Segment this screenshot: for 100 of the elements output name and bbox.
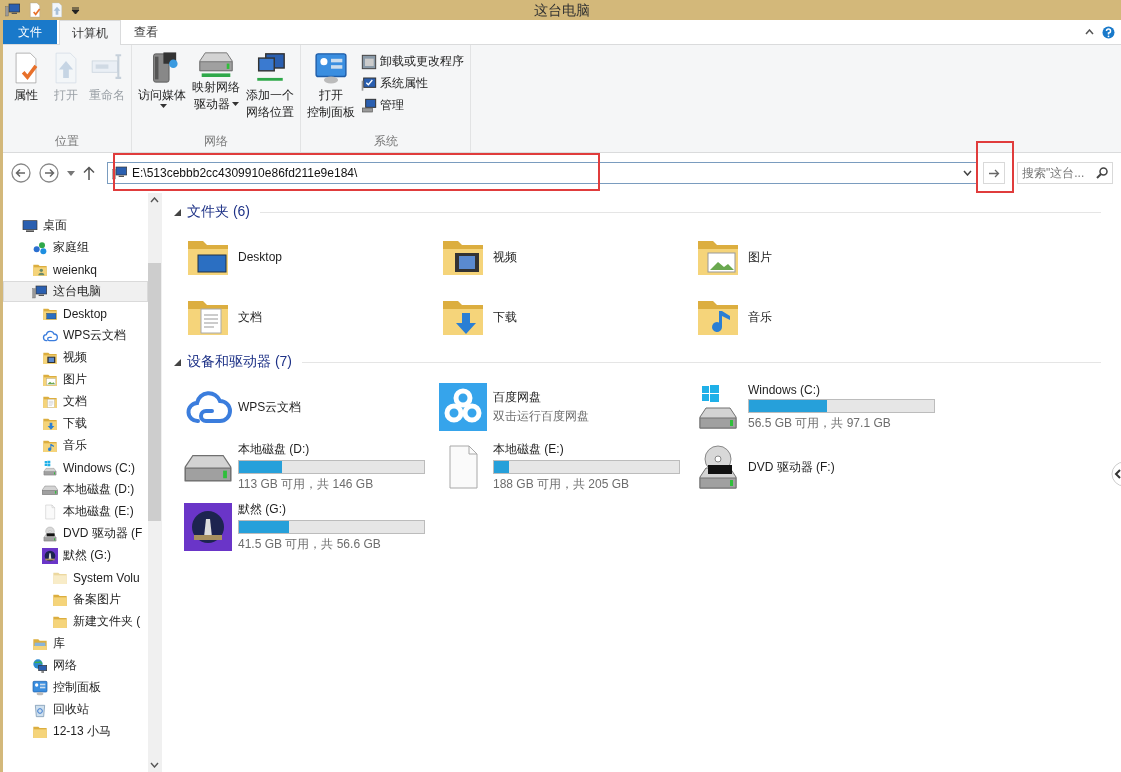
window-title: 这台电脑	[534, 2, 590, 18]
ribbon-button[interactable]: 卸载或更改程序	[359, 51, 466, 72]
ribbon-button[interactable]: 管理	[359, 95, 466, 116]
content-item[interactable]: 图片	[694, 227, 949, 287]
dvd-drive-icon	[42, 525, 58, 542]
nav-item[interactable]: 这台电脑	[3, 281, 148, 302]
content-item[interactable]: 视频	[439, 227, 694, 287]
content-item[interactable]: 文档	[184, 287, 439, 347]
nav-item[interactable]: 控制面板	[3, 677, 148, 698]
system-monitor-icon	[361, 75, 377, 92]
collapse-caret-icon[interactable]	[174, 208, 181, 216]
content-item[interactable]: Desktop	[184, 227, 439, 287]
nav-item[interactable]: 本地磁盘 (D:)	[3, 479, 148, 500]
nav-item[interactable]: DVD 驱动器 (F	[3, 523, 148, 544]
monitor-icon	[22, 217, 38, 234]
item-name: 百度网盘	[493, 389, 542, 406]
group-label: 系统	[372, 133, 399, 150]
nav-item[interactable]: 新建文件夹 (	[3, 611, 148, 632]
item-name: 图片	[748, 248, 772, 266]
content-item[interactable]: 下载	[439, 287, 694, 347]
capacity-text: 113 GB 可用，共 146 GB	[238, 476, 375, 493]
file-menu-button[interactable]: 文件	[3, 20, 57, 44]
hard-drive-icon	[42, 484, 58, 495]
up-arrow-icon[interactable]	[83, 166, 95, 180]
collapse-ribbon-icon[interactable]	[1085, 29, 1094, 35]
search-field[interactable]: 搜索"这台...	[1017, 162, 1113, 184]
scroll-down-icon[interactable]	[150, 762, 159, 768]
right-arrow-icon	[988, 168, 1000, 178]
scroll-up-icon[interactable]	[150, 197, 159, 203]
ribbon-button[interactable]: 添加一个 网络位置	[244, 49, 296, 123]
item-name: 视频	[493, 248, 517, 266]
content-item[interactable]: 默然 (G:) 41.5 GB 可用，共 56.6 GB	[184, 497, 439, 557]
program-icon	[361, 53, 377, 70]
ribbon-button[interactable]: 映射网络 驱动器	[190, 49, 242, 115]
ribbon-tab[interactable]: 查看	[121, 20, 171, 44]
nav-item[interactable]: 下载	[3, 413, 148, 434]
recent-locations-icon[interactable]	[67, 170, 75, 176]
content-item[interactable]: WPS云文档	[184, 377, 439, 437]
forward-icon[interactable]	[39, 163, 59, 183]
nav-item[interactable]: 回收站	[3, 699, 148, 720]
cloud-app-icon	[439, 383, 487, 431]
address-field[interactable]: E:\513cebbb2cc4309910e86fd211e9e184\	[107, 162, 977, 184]
nav-item[interactable]: Windows (C:)	[3, 457, 148, 478]
item-name: 本地磁盘 (E:)	[493, 441, 565, 458]
content-item[interactable]: 本地磁盘 (D:) 113 GB 可用，共 146 GB	[184, 437, 439, 497]
content-item[interactable]: 本地磁盘 (E:) 188 GB 可用，共 205 GB	[439, 437, 694, 497]
scrollbar[interactable]	[148, 193, 161, 772]
back-icon[interactable]	[11, 163, 31, 183]
help-icon[interactable]	[1102, 25, 1115, 39]
capacity-text: 41.5 GB 可用，共 56.6 GB	[238, 536, 382, 553]
nav-item[interactable]: weienkq	[3, 259, 148, 280]
open-icon	[49, 2, 65, 18]
nav-item[interactable]: 图片	[3, 369, 148, 390]
control-panel-icon	[32, 679, 48, 696]
ribbon-tab[interactable]: 计算机	[59, 20, 121, 45]
computer-icon	[5, 2, 21, 18]
item-name: 文档	[238, 308, 262, 326]
nav-item[interactable]: 本地磁盘 (E:)	[3, 501, 148, 522]
customize-dropdown-icon[interactable]	[71, 5, 80, 15]
windows-drive-icon	[42, 459, 58, 476]
nav-item[interactable]: 视频	[3, 347, 148, 368]
hard-drive-icon	[184, 452, 232, 482]
nav-item[interactable]: 文档	[3, 391, 148, 412]
nav-item[interactable]: 家庭组	[3, 237, 148, 258]
nav-item[interactable]: 网络	[3, 655, 148, 676]
homegroup-icon	[32, 239, 48, 256]
collapse-caret-icon[interactable]	[174, 358, 181, 366]
nav-item[interactable]: 12-13 小马	[3, 721, 148, 742]
control-panel-icon	[314, 51, 348, 85]
nav-item[interactable]: 默然 (G:)	[3, 545, 148, 566]
content-item[interactable]: Windows (C:) 56.5 GB 可用，共 97.1 GB	[694, 377, 949, 437]
properties-icon	[27, 2, 43, 18]
go-button[interactable]	[983, 162, 1005, 184]
nav-item[interactable]: 桌面	[3, 215, 148, 236]
capacity-text: 56.5 GB 可用，共 97.1 GB	[748, 414, 892, 432]
item-name: WPS云文档	[238, 398, 302, 416]
group-header[interactable]: 设备和驱动器 (7)	[187, 353, 292, 371]
content-item[interactable]: DVD 驱动器 (F:)	[694, 437, 949, 497]
scrollbar-thumb[interactable]	[148, 263, 161, 521]
group-header[interactable]: 文件夹 (6)	[187, 203, 250, 221]
item-name: Desktop	[238, 250, 283, 264]
nav-item[interactable]: WPS云文档	[3, 325, 148, 346]
computer-icon	[112, 165, 128, 181]
nav-item[interactable]: 备案图片	[3, 589, 148, 610]
item-name: 音乐	[748, 308, 772, 326]
app-logo-icon	[184, 503, 232, 551]
network-drive-icon	[199, 51, 233, 77]
nav-item[interactable]: 音乐	[3, 435, 148, 456]
group-label: 位置	[54, 133, 80, 150]
content-item[interactable]: 百度网盘 双击运行百度网盘	[439, 377, 694, 437]
content-item[interactable]: 音乐	[694, 287, 949, 347]
nav-item[interactable]: System Volu	[3, 567, 148, 588]
chevron-down-icon[interactable]	[963, 170, 972, 176]
ribbon-button[interactable]: 访问媒体	[136, 49, 188, 112]
ribbon-button[interactable]: 系统属性	[359, 73, 466, 94]
nav-item[interactable]: 库	[3, 633, 148, 654]
computer-icon	[32, 283, 48, 300]
nav-item[interactable]: Desktop	[3, 303, 148, 324]
ribbon-button[interactable]: 打开 控制面板	[305, 49, 357, 123]
ribbon-button[interactable]: 属性	[7, 49, 45, 106]
